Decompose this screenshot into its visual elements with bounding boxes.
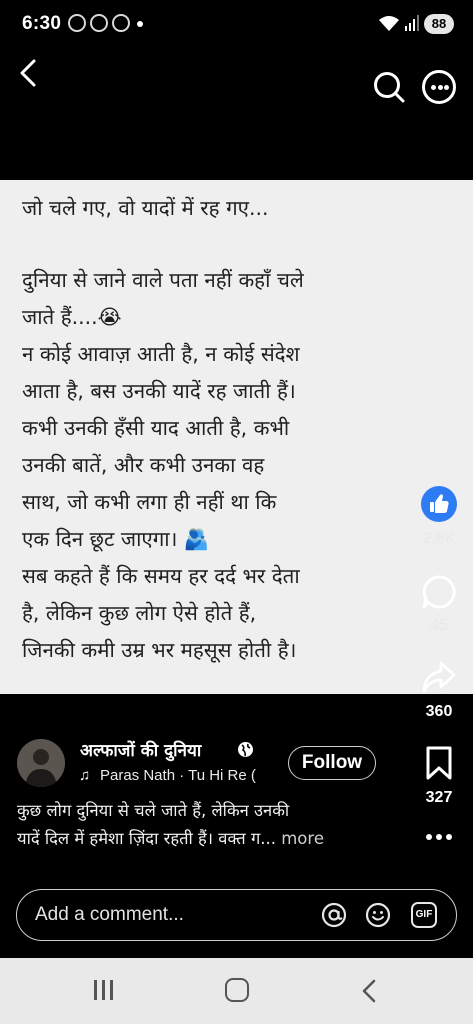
follow-button[interactable]: Follow <box>288 746 376 780</box>
like-count: 2.8K <box>422 530 456 547</box>
gif-icon[interactable]: GIF <box>411 902 437 928</box>
status-time: 6:30 <box>22 13 62 34</box>
status-bar: 6:30 88 <box>0 0 473 48</box>
post-line-spacer <box>22 227 422 262</box>
avatar[interactable] <box>17 739 65 787</box>
bookmark-icon <box>426 746 452 780</box>
globe-icon <box>237 741 254 758</box>
caption-line: यादें दिल में हमेशा ज़िंदा रहती हैं। वक्… <box>17 829 276 848</box>
post-image[interactable]: जो चले गए, वो यादों में रह गए... दुनिया … <box>0 180 473 694</box>
mention-icon[interactable] <box>321 902 347 928</box>
signal-icon <box>404 14 420 37</box>
post-line: जिनकी कमी उम्र भर महसूस होती है। <box>22 638 297 662</box>
post-line: उनकी बातें, और कभी उनका वह <box>22 453 265 477</box>
chevron-left-icon <box>20 59 36 87</box>
comment-placeholder: Add a comment... <box>35 904 184 925</box>
battery-indicator: 88 <box>424 14 454 34</box>
post-line: साथ, जो कभी लगा ही नहीं था कि <box>22 490 277 514</box>
post-line: दुनिया से जाने वाले पता नहीं कहाँ चले <box>22 268 304 292</box>
author-name[interactable]: अल्फाजों की दुनिया <box>80 738 201 761</box>
post-line: कभी उनकी हँसी याद आती है, कभी <box>22 416 290 440</box>
back-button[interactable] <box>14 57 46 89</box>
search-icon <box>374 72 405 103</box>
emoji-icon[interactable] <box>365 902 391 928</box>
post-line: एक दिन छूट जाएगा। 🫂 <box>22 527 210 551</box>
more-options-button[interactable] <box>422 70 456 104</box>
comment-button[interactable] <box>421 574 457 610</box>
recent-apps-button[interactable] <box>92 980 116 1002</box>
caption-more-link[interactable]: more <box>281 829 324 848</box>
comment-input[interactable]: Add a comment... GIF <box>16 889 457 941</box>
share-icon <box>422 661 456 693</box>
post-line: जो चले गए, वो यादों में रह गए... <box>22 196 269 220</box>
post-line: सब कहते हैं कि समय हर दर्द भर देता <box>22 564 300 588</box>
media-icon <box>112 14 130 32</box>
profile-photo-icon <box>17 739 65 787</box>
system-back-button[interactable] <box>359 978 379 1004</box>
post-more-button[interactable] <box>425 834 453 842</box>
post-line: आता है, बस उनकी यादें रह जाती हैं। <box>22 379 296 403</box>
post-text: जो चले गए, वो यादों में रह गए... दुनिया … <box>22 190 422 669</box>
comment-icon <box>422 575 456 609</box>
save-count: 327 <box>425 789 453 806</box>
caption-line-with-more: यादें दिल में हमेशा ज़िंदा रहती हैं। वक्… <box>17 825 392 853</box>
music-track[interactable]: Paras Nath · Tu Hi Re ( <box>100 767 270 784</box>
notification-dot-icon <box>137 21 143 27</box>
share-count: 360 <box>425 703 453 720</box>
wifi-icon <box>378 14 400 36</box>
home-button[interactable] <box>225 978 249 1002</box>
like-button[interactable] <box>421 486 457 522</box>
caption-line: कुछ लोग दुनिया से चले जाते हैं, लेकिन उन… <box>17 801 290 820</box>
post-line: है, लेकिन कुछ लोग ऐसे होते हैं, <box>22 601 257 625</box>
search-button[interactable] <box>372 70 406 104</box>
post-line: न कोई आवाज़ आती है, न कोई संदेश <box>22 342 300 366</box>
comment-count: 45 <box>430 617 448 634</box>
chrome-icon <box>90 14 108 32</box>
music-note-icon: ♫ <box>79 767 91 784</box>
thumbs-up-icon <box>430 494 449 513</box>
post-caption[interactable]: कुछ लोग दुनिया से चले जाते हैं, लेकिन उन… <box>17 797 392 853</box>
system-nav-bar <box>0 958 473 1024</box>
share-button[interactable] <box>421 660 457 694</box>
save-button[interactable] <box>425 745 453 781</box>
post-line: जाते हैं....😭 <box>22 305 122 329</box>
messenger-icon <box>68 14 86 32</box>
chevron-left-icon <box>362 979 376 1003</box>
